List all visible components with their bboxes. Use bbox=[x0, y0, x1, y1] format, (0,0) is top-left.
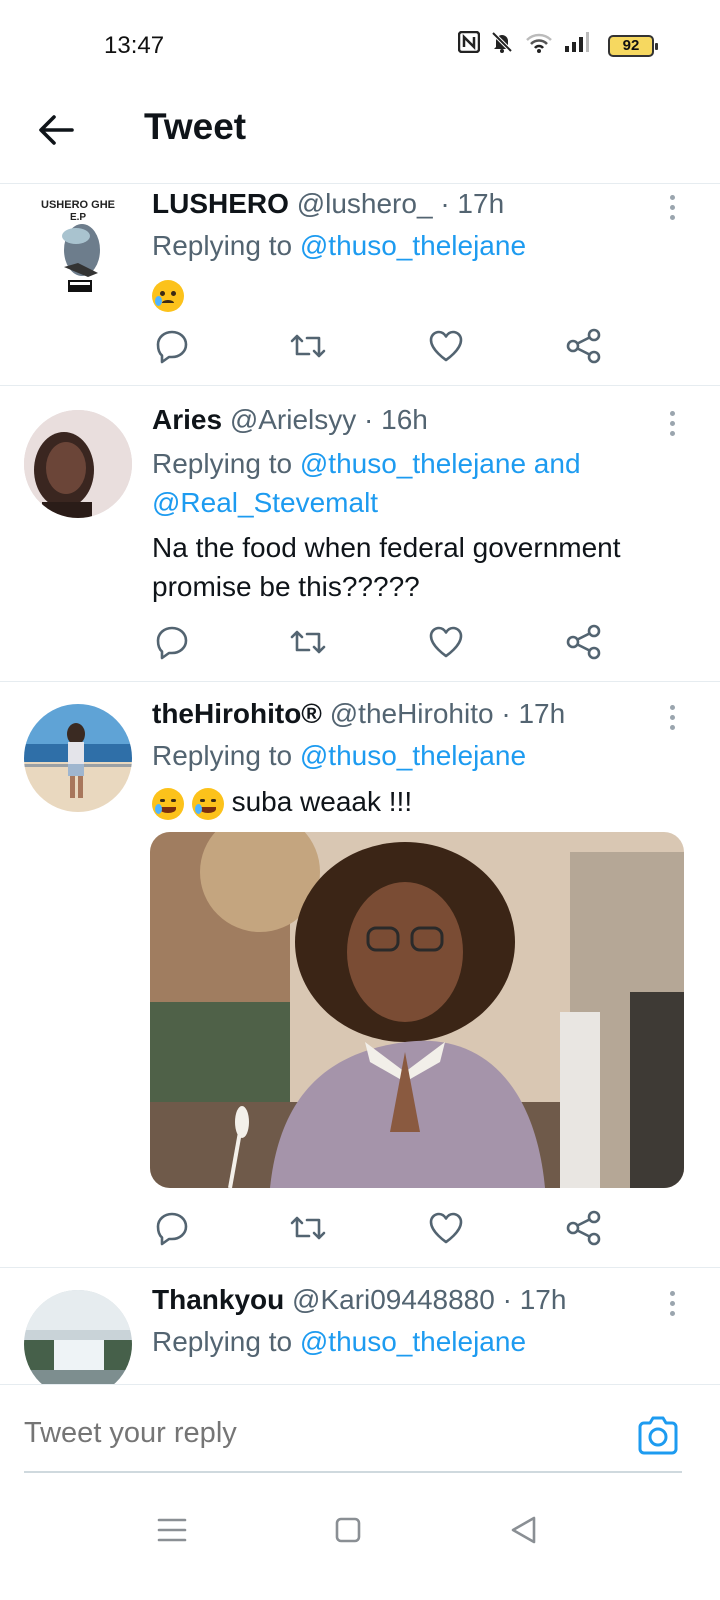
battery-level: 92 bbox=[622, 37, 640, 54]
signal-icon bbox=[565, 32, 589, 52]
timestamp: 17h bbox=[457, 188, 505, 219]
reply-input[interactable] bbox=[24, 1417, 584, 1450]
page-title: Tweet bbox=[144, 106, 247, 147]
replying-to: Replying to @thuso_thelejane bbox=[152, 736, 682, 775]
svg-text:USHERO GHE: USHERO GHE bbox=[41, 199, 115, 211]
user-handle: @Arielsyy bbox=[229, 404, 357, 435]
tears-of-joy-emoji bbox=[191, 787, 224, 820]
tweet-actions bbox=[152, 622, 612, 666]
like-icon[interactable] bbox=[426, 622, 466, 662]
avatar-image bbox=[24, 410, 132, 518]
display-name[interactable]: Aries bbox=[152, 404, 222, 435]
separator: · bbox=[364, 404, 374, 435]
share-icon[interactable] bbox=[564, 1208, 604, 1248]
separator: · bbox=[502, 1284, 512, 1315]
tweet-actions bbox=[152, 1208, 612, 1252]
avatar[interactable]: USHERO GHE E.P bbox=[24, 192, 132, 300]
reply-feed[interactable]: USHERO GHE E.P LUSHERO @lushero_ · 17h R… bbox=[0, 184, 720, 1410]
avatar[interactable] bbox=[24, 1290, 132, 1398]
replying-prefix: Replying to bbox=[152, 740, 300, 771]
replying-to: Replying to @thuso_thelejane and @Real_S… bbox=[152, 444, 682, 522]
replying-prefix: Replying to bbox=[152, 1326, 300, 1357]
nfc-icon bbox=[458, 31, 480, 53]
like-icon[interactable] bbox=[426, 1208, 466, 1248]
photo bbox=[150, 832, 684, 1188]
timestamp: 16h bbox=[381, 404, 428, 435]
replying-to: Replying to @thuso_thelejane bbox=[152, 1322, 682, 1361]
avatar-image bbox=[24, 704, 132, 812]
tweet-item[interactable]: Aries @Arielsyy · 16h Replying to @thuso… bbox=[0, 386, 720, 682]
user-handle: @theHirohito bbox=[329, 698, 494, 729]
tweet-text bbox=[152, 274, 692, 313]
tweet-text: suba weaak !!! bbox=[152, 782, 692, 821]
share-icon[interactable] bbox=[564, 622, 604, 662]
tweet-actions bbox=[152, 326, 612, 370]
avatar[interactable] bbox=[24, 704, 132, 812]
reply-icon[interactable] bbox=[152, 1208, 192, 1248]
display-name[interactable]: LUSHERO bbox=[152, 188, 289, 219]
status-time: 13:47 bbox=[104, 32, 165, 59]
replying-prefix: Replying to bbox=[152, 448, 300, 479]
retweet-icon[interactable] bbox=[288, 326, 328, 366]
like-icon[interactable] bbox=[426, 326, 466, 366]
tweet-header: theHirohito® @theHirohito · 17h bbox=[152, 698, 565, 730]
more-icon[interactable] bbox=[662, 192, 682, 226]
tweet-item[interactable]: USHERO GHE E.P LUSHERO @lushero_ · 17h R… bbox=[0, 184, 720, 386]
display-name[interactable]: Thankyou bbox=[152, 1284, 284, 1315]
replying-to: Replying to @thuso_thelejane bbox=[152, 226, 682, 265]
reply-icon[interactable] bbox=[152, 622, 192, 662]
tweet-header: Aries @Arielsyy · 16h bbox=[152, 404, 428, 436]
more-icon[interactable] bbox=[662, 702, 682, 736]
reply-composer bbox=[0, 1384, 720, 1473]
mention-link[interactable]: @thuso_thelejane bbox=[300, 1326, 526, 1357]
svg-text:E.P: E.P bbox=[70, 212, 86, 223]
tweet-body-text: suba weaak !!! bbox=[231, 786, 413, 817]
retweet-icon[interactable] bbox=[288, 1208, 328, 1248]
system-nav-bar bbox=[0, 1480, 720, 1600]
tweet-item[interactable]: theHirohito® @theHirohito · 17h Replying… bbox=[0, 682, 720, 1268]
mention-link[interactable]: @thuso_thelejane bbox=[300, 740, 526, 771]
replying-prefix: Replying to bbox=[152, 230, 300, 261]
input-underline bbox=[24, 1471, 682, 1473]
tears-of-joy-emoji bbox=[152, 787, 184, 820]
tweet-header: LUSHERO @lushero_ · 17h bbox=[152, 188, 504, 220]
reply-icon[interactable] bbox=[152, 326, 192, 366]
wifi-icon bbox=[526, 33, 552, 53]
home-square-icon[interactable] bbox=[328, 1510, 368, 1550]
user-handle: @lushero_ bbox=[296, 188, 433, 219]
tweet-media-image[interactable] bbox=[150, 832, 684, 1188]
top-bar: Tweet bbox=[0, 90, 720, 184]
back-triangle-icon[interactable] bbox=[504, 1510, 544, 1550]
separator: · bbox=[440, 188, 450, 219]
more-icon[interactable] bbox=[662, 1288, 682, 1322]
tweet-text: Na the food when federal government prom… bbox=[152, 532, 621, 602]
crying-face-emoji bbox=[152, 279, 184, 312]
status-icons bbox=[458, 30, 590, 54]
camera-icon[interactable] bbox=[636, 1415, 680, 1455]
avatar[interactable] bbox=[24, 410, 132, 518]
user-handle: @Kari09448880 bbox=[292, 1284, 495, 1315]
share-icon[interactable] bbox=[564, 326, 604, 366]
display-name[interactable]: theHirohito® bbox=[152, 698, 322, 729]
separator: · bbox=[501, 698, 511, 729]
tweet-header: Thankyou @Kari09448880 · 17h bbox=[152, 1284, 566, 1316]
status-bar: 13:47 92 bbox=[0, 0, 720, 90]
mention-link[interactable]: @thuso_thelejane bbox=[300, 230, 526, 261]
retweet-icon[interactable] bbox=[288, 622, 328, 662]
avatar-image bbox=[24, 1290, 132, 1398]
battery-icon: 92 bbox=[608, 35, 658, 57]
back-arrow-icon[interactable] bbox=[36, 110, 76, 150]
album-cover-image: USHERO GHE E.P bbox=[24, 192, 132, 300]
more-icon[interactable] bbox=[662, 408, 682, 442]
bell-muted-icon bbox=[491, 31, 513, 53]
timestamp: 17h bbox=[519, 1284, 567, 1315]
menu-icon[interactable] bbox=[152, 1510, 192, 1550]
timestamp: 17h bbox=[518, 698, 566, 729]
